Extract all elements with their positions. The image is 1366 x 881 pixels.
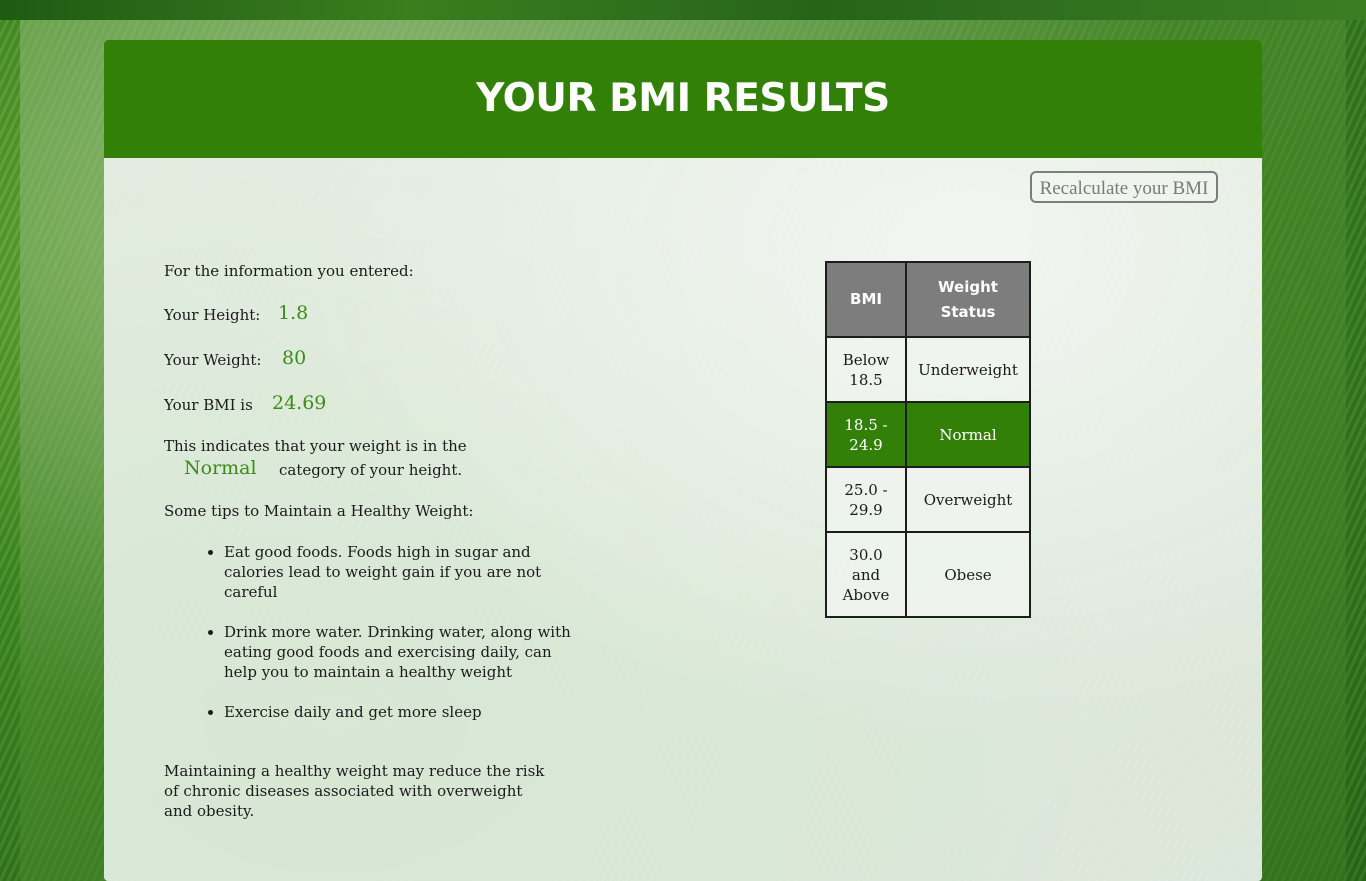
table-row: 25.0 - 29.9 Overweight [825,466,1031,533]
table-header-row: BMI Weight Status [825,261,1031,338]
weight-status-header-text: Weight Status [938,277,998,321]
closing-text: Maintaining a healthy weight may reduce … [164,762,545,820]
bmi-label: Your BMI is [164,396,253,414]
weight-status-cell: Normal [905,401,1031,468]
height-label: Your Height: [164,306,261,324]
indicates-text: This indicates that your weight is in th… [164,437,467,455]
bmi-category-table: BMI Weight Status Below 18.5 Underweight… [825,261,1031,618]
list-item: Drink more water. Drinking water, along … [224,622,584,682]
bmi-range-cell: Below 18.5 [825,336,907,403]
table-row-highlighted: 18.5 - 24.9 Normal [825,401,1031,468]
bmi-value: 24.69 [272,392,327,414]
weight-status-cell: Obese [905,531,1031,618]
height-value: 1.8 [278,302,309,324]
bmi-range-text: 25.0 - 29.9 [844,480,888,519]
category-suffix: category of your height. [279,461,463,479]
tips-list: Eat good foods. Foods high in sugar and … [164,542,584,742]
weight-label: Your Weight: [164,351,262,369]
results-panel: YOUR BMI RESULTS Recalculate your BMI Fo… [104,40,1262,881]
bmi-range-cell: 25.0 - 29.9 [825,466,907,533]
list-item: Eat good foods. Foods high in sugar and … [224,542,584,602]
bmi-range-cell: 30.0 and Above [825,531,907,618]
weight-status-cell: Underweight [905,336,1031,403]
category-value: Normal [184,457,257,479]
intro-text: For the information you entered: [164,262,414,280]
bmi-range-text: 18.5 - 24.9 [844,415,888,454]
page-title: YOUR BMI RESULTS [476,76,890,121]
list-item: Exercise daily and get more sleep [224,702,584,722]
column-header-weight-status: Weight Status [905,261,1031,338]
weight-status-cell: Overweight [905,466,1031,533]
results-header: YOUR BMI RESULTS [104,40,1262,158]
bmi-range-text: Below 18.5 [842,350,890,389]
column-header-bmi: BMI [825,261,907,338]
recalculate-bmi-button[interactable]: Recalculate your BMI [1030,171,1218,203]
weight-value: 80 [282,347,307,369]
tips-heading: Some tips to Maintain a Healthy Weight: [164,502,474,520]
bmi-range-text: 30.0 and Above [842,545,890,604]
bmi-range-cell: 18.5 - 24.9 [825,401,907,468]
table-row: Below 18.5 Underweight [825,336,1031,403]
table-row: 30.0 and Above Obese [825,531,1031,618]
background-strip [0,0,1366,20]
